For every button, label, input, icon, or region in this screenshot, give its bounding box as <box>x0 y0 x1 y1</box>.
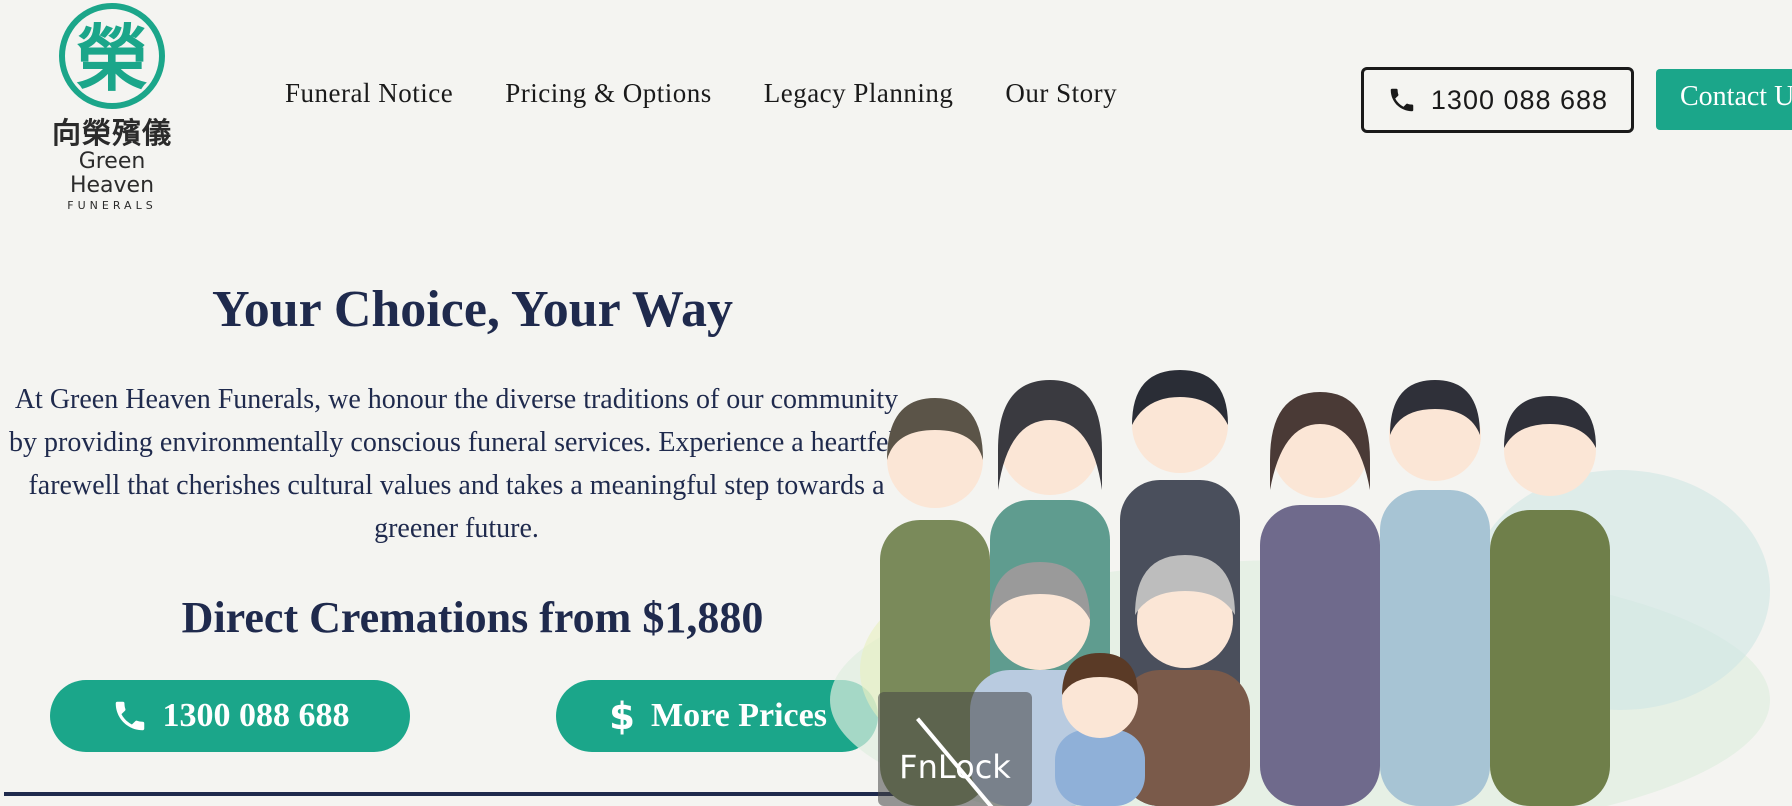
hero-title: Your Choice, Your Way <box>211 281 734 338</box>
phone-icon <box>115 701 144 731</box>
main-nav: Funeral Notice Pricing & Options Legacy … <box>285 78 1117 109</box>
nav-pricing-options[interactable]: Pricing & Options <box>505 78 712 109</box>
nav-funeral-notice[interactable]: Funeral Notice <box>285 78 453 109</box>
cremation-price-heading: Direct Cremations from $1,880 <box>181 593 764 642</box>
person-woman-purple <box>1260 392 1380 806</box>
nav-our-story[interactable]: Our Story <box>1005 78 1117 109</box>
contact-button[interactable]: Contact U <box>1656 69 1792 130</box>
call-button[interactable]: 1300 088 688 <box>50 680 410 752</box>
call-button-label: 1300 088 688 <box>162 697 350 734</box>
fnlock-overlay: FnLock <box>878 692 1032 806</box>
more-prices-label: More Prices <box>651 697 827 734</box>
logo-subtitle: FUNERALS <box>67 199 157 212</box>
brand-logo[interactable]: 榮 向榮殯儀 Green Heaven FUNERALS <box>38 0 186 212</box>
svg-text:$: $ <box>609 696 635 736</box>
hero-description: At Green Heaven Funerals, we honour the … <box>9 384 904 544</box>
section-divider <box>4 792 944 796</box>
logo-english-name: Green Heaven <box>69 149 155 198</box>
header-phone-label: 1300 088 688 <box>1430 84 1609 115</box>
logo-chinese-name: 向榮殯儀 <box>51 116 172 150</box>
logo-glyph: 榮 <box>76 17 148 101</box>
nav-legacy-planning[interactable]: Legacy Planning <box>764 78 954 109</box>
person-staff-man-right <box>1490 396 1610 806</box>
dollar-icon: $ <box>609 696 635 736</box>
header-phone-button[interactable]: 1300 088 688 <box>1361 67 1634 133</box>
phone-icon <box>1390 88 1414 112</box>
logo-emblem-icon: 榮 <box>59 3 165 109</box>
person-young-man <box>1380 380 1490 806</box>
